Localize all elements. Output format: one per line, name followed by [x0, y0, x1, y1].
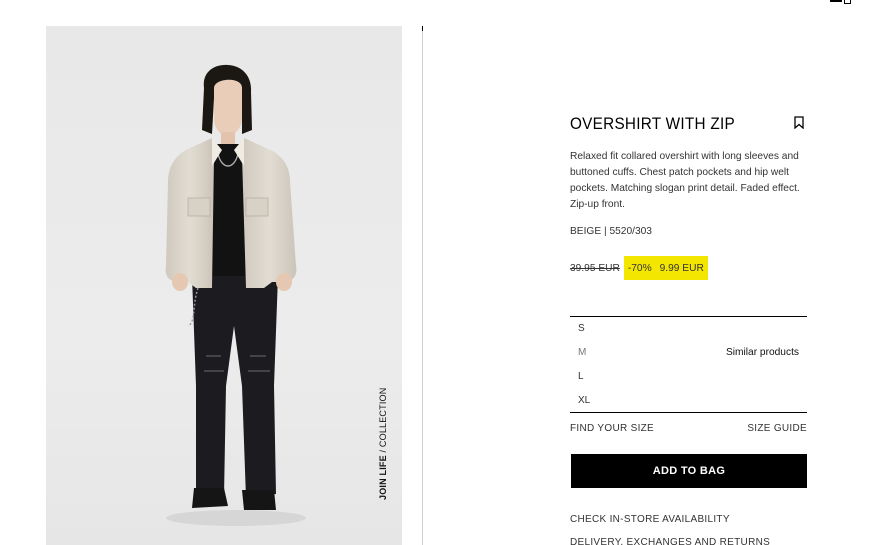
product-title: OVERSHIRT WITH ZIP: [570, 114, 735, 133]
old-price: 39.95 EUR: [570, 262, 620, 274]
size-option-l[interactable]: L: [578, 371, 584, 382]
collection-caption-bold: JOIN LIFE: [378, 455, 388, 500]
product-description: Relaxed fit collared overshirt with long…: [570, 151, 800, 210]
collection-caption-rest: / COLLECTION: [378, 387, 388, 456]
header-bookmark-icon[interactable]: [830, 0, 852, 6]
color-reference: BEIGE | 5520/303: [570, 226, 652, 237]
add-to-bag-button[interactable]: ADD TO BAG: [571, 454, 807, 488]
current-price: 9.99 EUR: [659, 262, 704, 274]
size-guide-link[interactable]: SIZE GUIDE: [747, 423, 807, 434]
find-your-size-link[interactable]: FIND YOUR SIZE: [570, 423, 654, 434]
collection-caption: JOIN LIFE / COLLECTION: [378, 388, 388, 500]
size-option-s[interactable]: S: [578, 323, 585, 334]
size-option-m[interactable]: M: [578, 347, 586, 358]
column-divider: [422, 26, 423, 545]
column-divider-mark: [422, 26, 423, 31]
bookmark-icon[interactable]: [794, 116, 804, 129]
similar-products-link[interactable]: Similar products: [726, 347, 799, 358]
menu-line-icon: [830, 0, 842, 2]
price-block: 39.95 EUR -70% 9.99 EUR: [570, 256, 708, 280]
sale-price-badge: -70% 9.99 EUR: [623, 256, 708, 280]
bookmark-icon: [844, 0, 851, 4]
product-image[interactable]: [46, 26, 402, 545]
discount-percent: -70%: [627, 262, 652, 274]
size-selector: S M Similar products L XL: [570, 316, 807, 413]
size-option-xl[interactable]: XL: [578, 395, 590, 406]
model-illustration: [165, 64, 306, 526]
delivery-returns-link[interactable]: DELIVERY, EXCHANGES AND RETURNS: [570, 537, 770, 545]
check-store-availability-link[interactable]: CHECK IN-STORE AVAILABILITY: [570, 514, 730, 525]
